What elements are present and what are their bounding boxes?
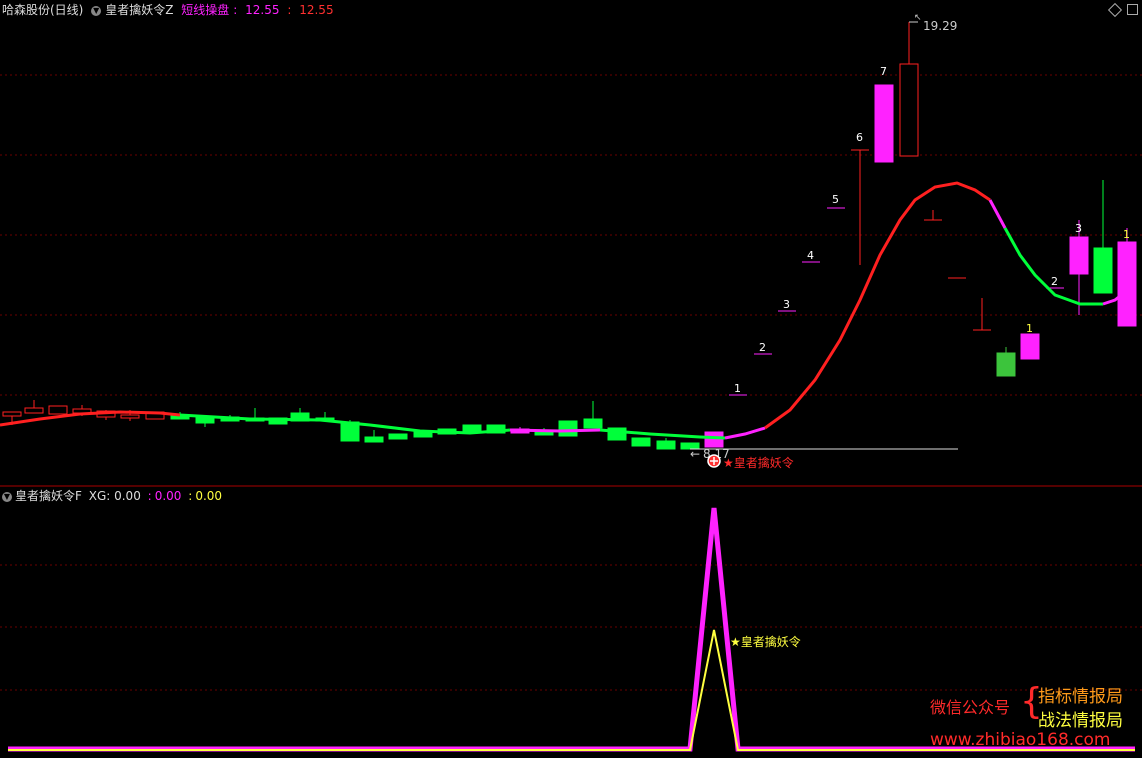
candle-body <box>899 63 919 157</box>
high-label: 19.29 <box>923 19 957 33</box>
trend-curve <box>0 181 1131 440</box>
curve-segment <box>764 181 991 430</box>
sub-signal-label: ★皇者擒妖令 <box>730 634 801 649</box>
candle-body <box>388 433 408 440</box>
candles <box>2 24 1137 450</box>
count-label-down: 1 <box>1026 322 1033 335</box>
candle-body <box>120 414 140 419</box>
candle-body <box>1093 247 1113 294</box>
chart-canvas: 1234567123 1 ↖ 19.29 ← 8.17 ★皇者擒妖令 ★皇者擒妖令 <box>0 13 1142 752</box>
count-label-down: 3 <box>1075 222 1082 235</box>
count-label-up: 6 <box>856 131 863 144</box>
chevron-down-icon[interactable]: ▼ <box>2 491 12 502</box>
watermark-url: www.zhibiao168.com <box>930 730 1111 750</box>
candle-body <box>704 431 724 448</box>
sub-indicator-name[interactable]: 皇者擒妖令F <box>15 489 82 503</box>
count-label-up: 1 <box>734 382 741 395</box>
count-marks: 1 2 3 4 5 6 7 1 2 3 1 <box>734 65 1130 395</box>
candle-body <box>558 420 578 437</box>
candle-body <box>631 437 651 447</box>
curve-segment <box>988 199 1007 229</box>
candle-body <box>48 405 68 415</box>
count-label-up: 3 <box>783 298 790 311</box>
count-label-down: 2 <box>1051 275 1058 288</box>
candle-body <box>1117 241 1137 327</box>
count-label-up: 4 <box>807 249 814 262</box>
main-signal-label: ★皇者擒妖令 <box>723 455 794 470</box>
count-label-down: 1 <box>1123 228 1130 241</box>
sub-panel-header: ▼ 皇者擒妖令F XG: 0.00 :0.00 :0.00 <box>2 489 223 503</box>
count-label-up: 2 <box>759 341 766 354</box>
watermark-name1: 指标情报局 <box>1038 687 1123 707</box>
candle-body <box>656 440 676 450</box>
candle-body <box>1069 236 1089 275</box>
sub-value3: 0.00 <box>195 489 223 503</box>
count-label-up: 7 <box>880 65 887 78</box>
count-label-up: 5 <box>832 193 839 206</box>
candle-body <box>996 352 1016 377</box>
candle-body <box>364 436 384 443</box>
watermark-name2: 战法情报局 <box>1038 711 1123 731</box>
candle-body <box>1020 333 1040 360</box>
svg-text:←: ← <box>690 447 700 461</box>
candle-body <box>2 411 22 417</box>
candle-body <box>24 407 44 414</box>
watermark: 微信公众号 { 指标情报局 战法情报局 www.zhibiao168.com <box>930 681 1123 751</box>
candle-body <box>583 418 603 429</box>
wechat-label: 微信公众号 <box>930 698 1011 717</box>
curve-segment <box>724 426 766 440</box>
svg-text:↖: ↖ <box>914 13 922 23</box>
xg-label: XG: 0.00 <box>88 489 141 503</box>
curve-segment <box>509 428 601 433</box>
candle-body <box>874 84 894 163</box>
sub-value2: 0.00 <box>154 489 182 503</box>
